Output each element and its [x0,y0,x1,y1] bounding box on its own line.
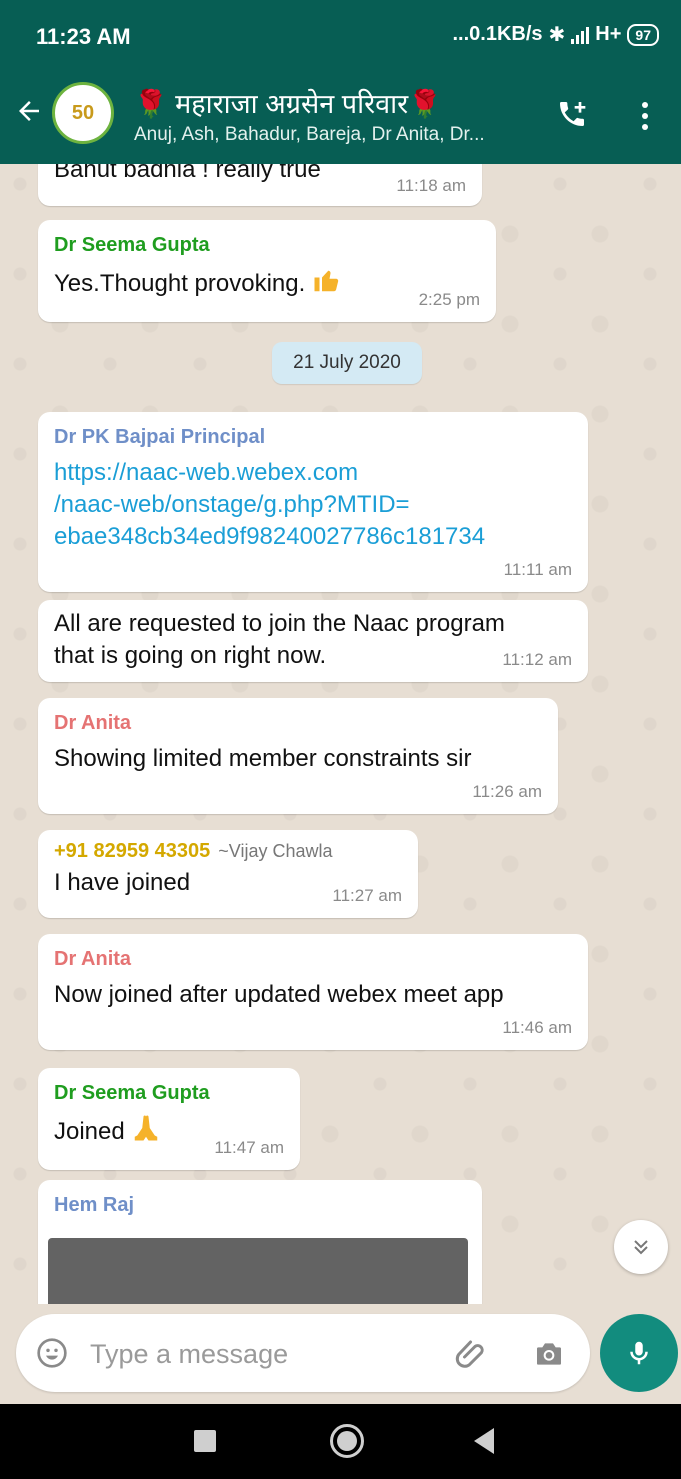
message-text: Showing limited member constraints sir [54,745,472,772]
sender-alt-name: ~Vijay Chawla [218,841,333,861]
message-sender: +91 82959 43305 [54,840,211,862]
image-attachment[interactable] [48,1238,468,1304]
double-chevron-down-icon [634,1240,648,1255]
system-back-icon[interactable] [474,1428,494,1454]
scroll-to-bottom-button[interactable] [614,1220,668,1274]
message-time: 11:27 am [332,886,402,905]
message-text: Yes.Thought provoking. [54,270,306,297]
system-navigation-bar [0,1404,681,1479]
group-title[interactable]: 🌹 महाराजा अग्रसेन परिवार🌹 [134,84,442,121]
message-sender: Dr Anita [54,948,132,970]
message-text: Now joined after updated webex meet app [54,981,504,1008]
message-input[interactable] [90,1332,430,1376]
message-text: that is going on right now. [54,642,327,669]
message-time: 11:47 am [214,1138,284,1157]
message-time: 11:26 am [472,782,542,801]
whatsapp-chat-screen: 11:23 AM ...0.1KB/s ✱ H+ 97 50 🌹 महाराजा… [0,0,681,1479]
message-sender: Hem Raj [54,1194,135,1216]
message-time: 11:18 am [396,176,466,195]
date-separator: 21 July 2020 [272,342,422,384]
status-time: 11:23 AM [36,24,131,49]
add-call-icon[interactable] [556,98,588,130]
folded-hands-icon [135,1115,158,1141]
message-time: 11:11 am [503,560,572,579]
message-link[interactable]: https://naac-web.webex.com /naac-web/ons… [54,457,572,553]
battery-icon: 97 [627,23,659,46]
more-options-icon[interactable] [640,102,650,130]
network-speed: ...0.1KB/s [452,23,543,45]
message-sender: Dr Seema Gupta [54,234,210,256]
status-indicators: ...0.1KB/s ✱ H+ 97 [452,22,659,47]
chat-area[interactable]: Bahut badhia ! really true 11:18 am Dr S… [0,164,681,1304]
emoji-icon[interactable] [36,1337,68,1369]
message-bubble[interactable]: All are requested to join the Naac progr… [38,600,588,682]
signal-icon [571,26,590,44]
message-bubble[interactable]: Dr PK Bajpai Principal https://naac-web.… [38,412,588,592]
chat-header: 50 🌹 महाराजा अग्रसेन परिवार🌹 Anuj, Ash, … [0,66,681,164]
message-bubble[interactable]: Dr Anita Now joined after updated webex … [38,934,588,1050]
paperclip-icon[interactable] [454,1336,490,1372]
message-bubble[interactable]: Hem Raj [38,1180,482,1304]
group-members[interactable]: Anuj, Ash, Bahadur, Bareja, Dr Anita, Dr… [134,124,485,146]
group-avatar[interactable]: 50 [52,82,114,144]
message-bubble[interactable]: Dr Seema Gupta Joined 11:47 am [38,1068,300,1170]
recents-icon[interactable] [194,1430,216,1452]
message-bubble[interactable]: Dr Anita Showing limited member constrai… [38,698,558,814]
message-time: 2:25 pm [418,290,480,309]
microphone-icon [630,1341,648,1365]
avatar-text: 50 [71,101,95,124]
message-bubble[interactable]: Dr Seema Gupta Yes.Thought provoking. 2:… [38,220,496,322]
message-sender: Dr Anita [54,712,132,734]
bluetooth-icon: ✱ [548,24,566,46]
network-type: H+ [595,23,622,45]
status-bar: 11:23 AM ...0.1KB/s ✱ H+ 97 [0,0,681,66]
message-text: All are requested to join the Naac progr… [54,610,505,637]
message-time: 11:46 am [502,1018,572,1037]
message-sender: Dr PK Bajpai Principal [54,426,266,448]
home-icon[interactable] [330,1424,364,1458]
message-sender: Dr Seema Gupta [54,1082,210,1104]
message-input-bar [16,1314,590,1392]
back-arrow-icon[interactable] [14,96,44,126]
message-text: Joined [54,1118,125,1145]
voice-record-button[interactable] [600,1314,678,1392]
message-bubble[interactable]: Bahut badhia ! really true 11:18 am [38,164,482,206]
message-bubble[interactable]: +91 82959 43305 ~Vijay Chawla I have join… [38,830,418,918]
message-time: 11:12 am [502,650,572,669]
thumbs-up-icon [314,270,339,292]
camera-icon[interactable] [532,1338,566,1370]
